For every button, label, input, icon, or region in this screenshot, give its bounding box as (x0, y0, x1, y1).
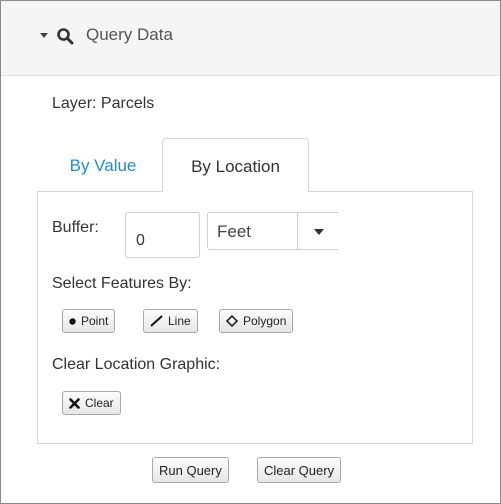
select-features-label: Select Features By: (52, 275, 192, 292)
polygon-icon (226, 315, 238, 327)
clear-graphic-button-label: Clear (85, 396, 114, 410)
buffer-units-select[interactable]: Feet (207, 212, 340, 250)
caret-down-icon[interactable] (40, 33, 48, 38)
buffer-units-value: Feet (217, 222, 252, 241)
line-icon (150, 315, 163, 327)
buffer-label: Buffer: (52, 219, 99, 236)
tab-by-value[interactable]: By Value (52, 138, 154, 190)
polygon-button[interactable]: Polygon (219, 309, 294, 333)
point-icon (69, 317, 76, 325)
clear-query-button[interactable]: Clear Query (257, 457, 342, 483)
search-icon (57, 28, 74, 45)
run-query-button[interactable]: Run Query (152, 457, 229, 483)
buffer-distance-input[interactable] (125, 212, 200, 258)
chevron-down-icon (314, 229, 324, 235)
clear-graphic-label: Clear Location Graphic: (52, 356, 221, 373)
clear-graphic-button[interactable]: Clear (62, 391, 121, 415)
point-button[interactable]: Point (62, 309, 116, 333)
close-icon (69, 397, 80, 409)
units-dropdown-toggle[interactable] (297, 213, 340, 249)
line-button[interactable]: Line (143, 309, 198, 333)
panel-header[interactable]: Query Data (1, 1, 500, 76)
layer-label: Layer: Parcels (52, 95, 155, 112)
line-button-label: Line (168, 314, 191, 328)
polygon-button-label: Polygon (243, 314, 287, 328)
tab-by-location[interactable]: By Location (162, 138, 309, 192)
panel-title: Query Data (86, 25, 173, 44)
point-button-label: Point (81, 314, 109, 328)
